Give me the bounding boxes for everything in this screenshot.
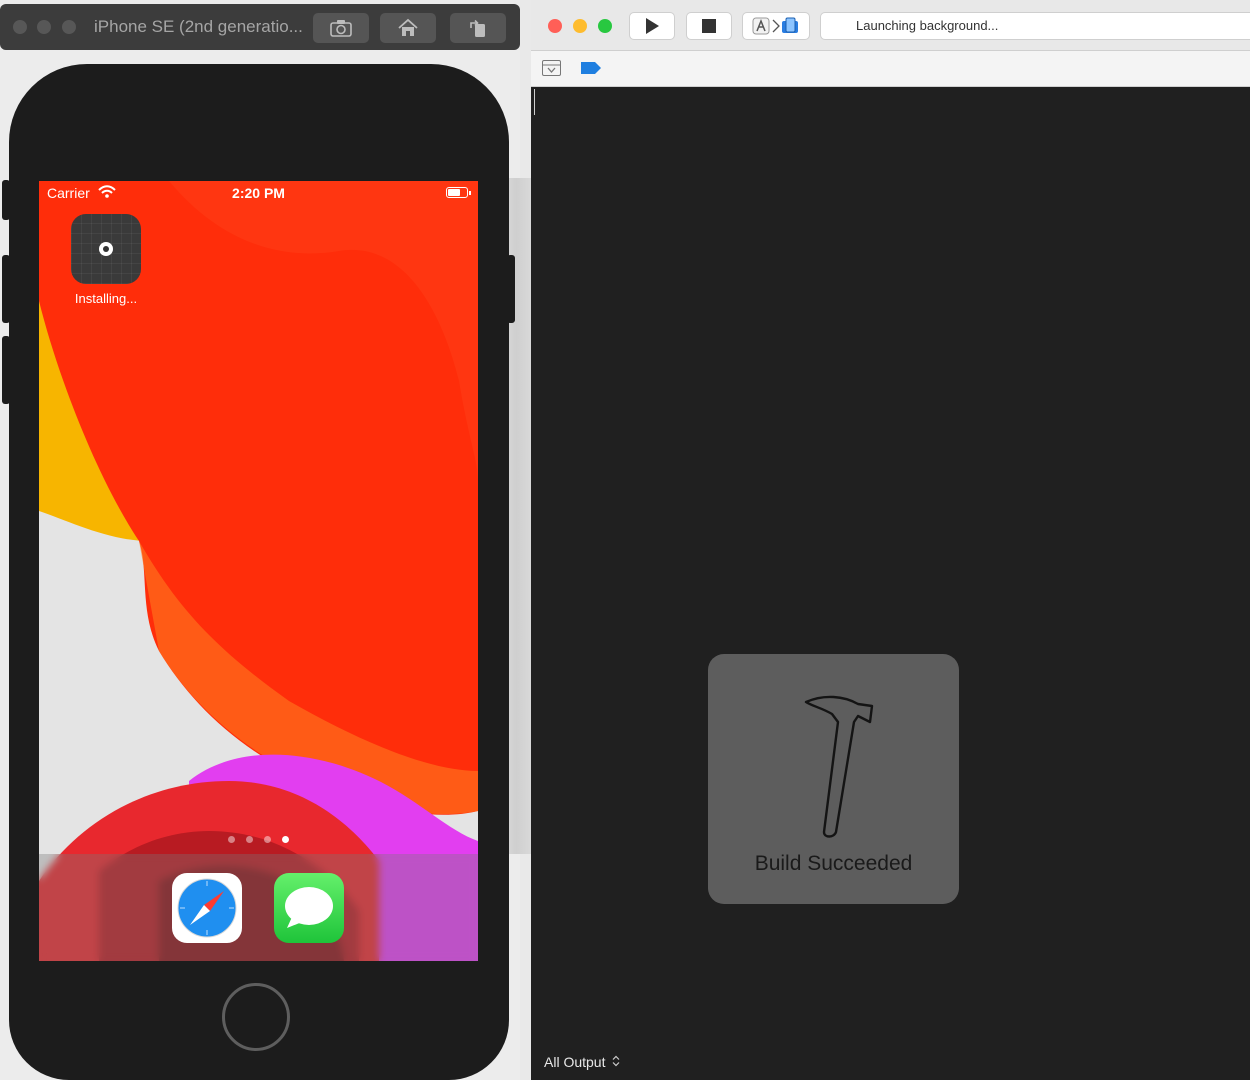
stop-icon (702, 19, 716, 33)
iphone-screen: Carrier 2:20 PM Installing... (39, 181, 478, 961)
build-succeeded-hud: Build Succeeded (708, 654, 959, 904)
rotate-button[interactable] (450, 13, 506, 43)
activity-status-field: Launching background... (820, 12, 1250, 40)
safari-icon (172, 873, 242, 943)
messages-app[interactable] (274, 873, 344, 943)
status-time: 2:20 PM (232, 185, 285, 201)
xcode-toolbar: Launching background... (531, 0, 1250, 51)
zoom-window-button[interactable] (598, 19, 612, 33)
screenshot-button[interactable] (313, 13, 369, 43)
simulator-toolbar: iPhone SE (2nd generatio... (0, 4, 520, 50)
loading-progress-icon (99, 242, 113, 256)
stop-button[interactable] (686, 12, 732, 40)
build-status-text: Build Succeeded (754, 852, 913, 875)
chevron-right-icon (772, 19, 780, 33)
scheme-selector[interactable] (742, 12, 810, 40)
page-dot[interactable] (228, 836, 235, 843)
page-dot[interactable] (246, 836, 253, 843)
zoom-window-button[interactable] (62, 20, 76, 34)
debug-bar (531, 51, 1250, 87)
screenshot-icon (330, 20, 352, 37)
simulator-device-icon (782, 17, 798, 33)
app-scheme-icon (752, 17, 770, 35)
chevron-updown-icon (612, 1055, 620, 1067)
run-button[interactable] (629, 12, 675, 40)
messages-icon (274, 873, 344, 943)
breakpoints-toggle-icon[interactable] (581, 62, 601, 74)
installing-app-label: Installing... (74, 291, 138, 306)
hammer-icon (804, 695, 874, 838)
console-output[interactable]: Build Succeeded All Output (531, 87, 1250, 1080)
close-window-button[interactable] (13, 20, 27, 34)
home-button[interactable] (222, 983, 290, 1051)
rotate-icon (470, 19, 485, 37)
page-dot-active[interactable] (282, 836, 289, 843)
battery-icon (446, 187, 471, 198)
play-icon (646, 18, 659, 34)
text-cursor (534, 89, 535, 115)
home-icon (398, 18, 418, 36)
installing-app-icon[interactable] (71, 214, 141, 284)
dock (39, 854, 478, 961)
status-bar: Carrier 2:20 PM (39, 181, 478, 203)
debug-area-toggle-icon (543, 64, 560, 73)
output-filter-popup[interactable]: All Output (544, 1054, 620, 1070)
xcode-window: Launching background... Build Succeeded … (531, 0, 1250, 1080)
simulator-title: iPhone SE (2nd generatio... (94, 17, 303, 36)
page-indicator[interactable] (39, 836, 478, 846)
output-filter-label: All Output (544, 1054, 606, 1070)
hide-debug-area-button[interactable] (542, 60, 561, 76)
minimize-window-button[interactable] (37, 20, 51, 34)
home-button-toolbar[interactable] (380, 13, 436, 43)
page-dot[interactable] (264, 836, 271, 843)
safari-app[interactable] (172, 873, 242, 943)
close-window-button[interactable] (548, 19, 562, 33)
minimize-window-button[interactable] (573, 19, 587, 33)
